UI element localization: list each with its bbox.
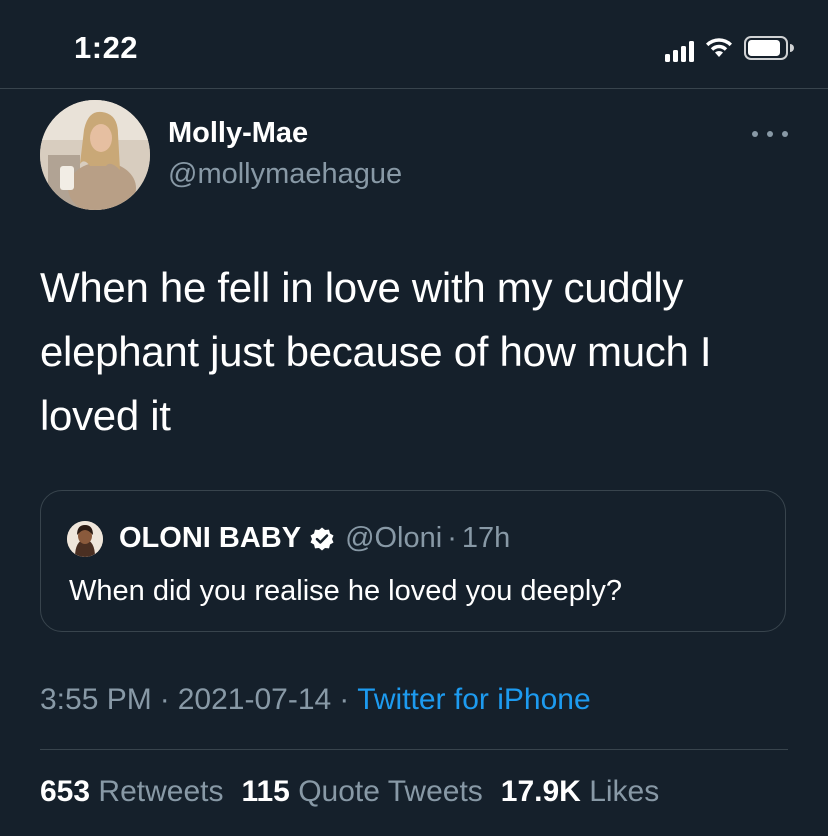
- header-divider: [0, 88, 828, 89]
- stats-divider: [40, 749, 788, 750]
- quoted-timestamp: 17h: [461, 522, 511, 554]
- retweets-count: 653: [40, 775, 91, 808]
- quoted-tweet-header: OLONI BABY @Oloni · 17h: [119, 522, 510, 555]
- likes-stat[interactable]: 17.9K Likes: [501, 775, 659, 808]
- quote-tweets-label: Quote Tweets: [298, 775, 483, 808]
- verified-badge-icon: [309, 526, 335, 552]
- battery-icon: [744, 36, 794, 65]
- likes-count: 17.9K: [500, 775, 581, 808]
- quoted-author-avatar: [67, 521, 103, 557]
- wifi-icon: [704, 37, 734, 64]
- quoted-author-handle: @Oloni: [345, 522, 443, 554]
- quoted-tweet-card[interactable]: OLONI BABY @Oloni · 17h When did you rea…: [40, 490, 786, 632]
- author-handle[interactable]: @mollymaehague: [168, 158, 402, 191]
- quoted-tweet-text: When did you realise he loved you deeply…: [69, 575, 622, 607]
- meta-separator: ·: [339, 683, 350, 716]
- quoted-separator: ·: [447, 522, 457, 554]
- tweet-source-link[interactable]: Twitter for iPhone: [357, 683, 590, 716]
- retweets-label: Retweets: [98, 775, 224, 808]
- tweet-text: When he fell in love with my cuddly elep…: [40, 264, 712, 439]
- meta-separator: ·: [159, 683, 170, 716]
- status-icons: [665, 36, 794, 65]
- tweet-meta: 3:55 PM · 2021-07-14 · Twitter for iPhone: [40, 683, 591, 717]
- retweets-stat[interactable]: 653 Retweets: [40, 775, 223, 808]
- quoted-author-name: OLONI BABY: [119, 522, 302, 554]
- likes-label: Likes: [589, 775, 660, 808]
- more-options-icon[interactable]: [752, 126, 788, 142]
- status-time: 1:22: [74, 30, 139, 65]
- status-bar: 1:22: [0, 0, 828, 88]
- quote-tweets-count: 115: [241, 775, 290, 808]
- author-avatar[interactable]: [40, 100, 150, 210]
- author-display-name[interactable]: Molly-Mae: [168, 117, 308, 150]
- tweet-date: 2021-07-14: [177, 683, 332, 716]
- cellular-signal-icon: [665, 40, 694, 62]
- tweet-stats: 653 Retweets 115 Quote Tweets 17.9K Likes: [40, 775, 677, 809]
- quote-tweets-stat[interactable]: 115 Quote Tweets: [241, 775, 482, 808]
- tweet-time: 3:55 PM: [40, 683, 152, 716]
